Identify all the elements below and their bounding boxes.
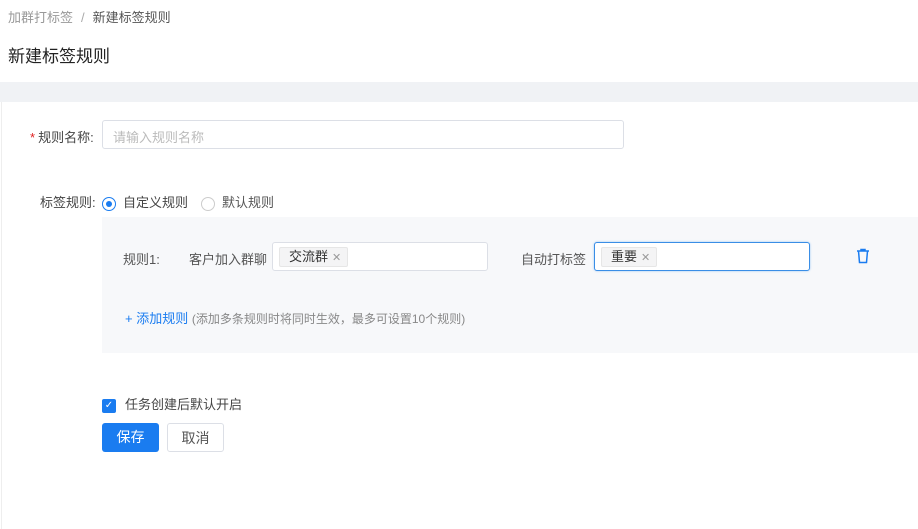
radio-default-rule[interactable]: 默认规则	[201, 192, 274, 211]
group-tag: 交流群 ✕	[279, 247, 349, 267]
add-rule-link[interactable]: + 添加规则	[125, 311, 188, 326]
add-rule-hint: (添加多条规则时将同时生效，最多可设置10个规则)	[191, 312, 466, 326]
radio-custom-rule[interactable]: 自定义规则	[102, 192, 188, 211]
enable-checkbox-label: 任务创建后默认开启	[125, 397, 243, 412]
label-tag: 重要 ✕	[601, 247, 658, 267]
checkbox-checked-icon: ✓	[102, 398, 116, 413]
rule-name-label: * 规则名称:	[30, 127, 94, 146]
page-title: 新建标签规则	[8, 47, 110, 66]
rule-name-label-text: 规则名称:	[38, 130, 94, 145]
breadcrumb-separator: /	[81, 10, 85, 25]
radio-checked-icon	[102, 196, 116, 211]
rule-name-input[interactable]: 请输入规则名称	[102, 120, 624, 149]
rules-panel	[102, 217, 918, 353]
group-tag-text: 交流群	[289, 249, 329, 264]
action-label: 自动打标签	[521, 252, 587, 267]
add-rule-row: + 添加规则 (添加多条规则时将同时生效，最多可设置10个规则)	[125, 308, 465, 327]
breadcrumb: 加群打标签 / 新建标签规则	[8, 7, 171, 26]
delete-rule-button[interactable]	[856, 248, 870, 267]
enable-checkbox[interactable]: ✓ 任务创建后默认开启	[102, 394, 242, 413]
radio-unchecked-icon	[201, 196, 215, 211]
label-tag-text: 重要	[611, 249, 638, 264]
rule-type-label: 标签规则:	[40, 195, 96, 210]
group-select[interactable]: 交流群 ✕	[272, 242, 488, 271]
close-icon[interactable]: ✕	[332, 252, 341, 264]
required-mark: *	[30, 130, 36, 145]
rule-name-placeholder: 请输入规则名称	[113, 130, 205, 145]
radio-custom-label: 自定义规则	[123, 195, 189, 210]
condition-label: 客户加入群聊	[189, 252, 268, 267]
trash-icon	[857, 248, 869, 264]
breadcrumb-parent-link[interactable]: 加群打标签	[8, 10, 73, 25]
close-icon[interactable]: ✕	[641, 252, 650, 264]
divider-band	[0, 82, 918, 102]
cancel-button[interactable]: 取消	[167, 423, 224, 452]
tag-select[interactable]: 重要 ✕	[594, 242, 810, 271]
radio-default-label: 默认规则	[222, 195, 275, 210]
save-button[interactable]: 保存	[102, 423, 159, 452]
breadcrumb-current: 新建标签规则	[92, 10, 171, 25]
rule-label: 规则1:	[123, 252, 160, 267]
